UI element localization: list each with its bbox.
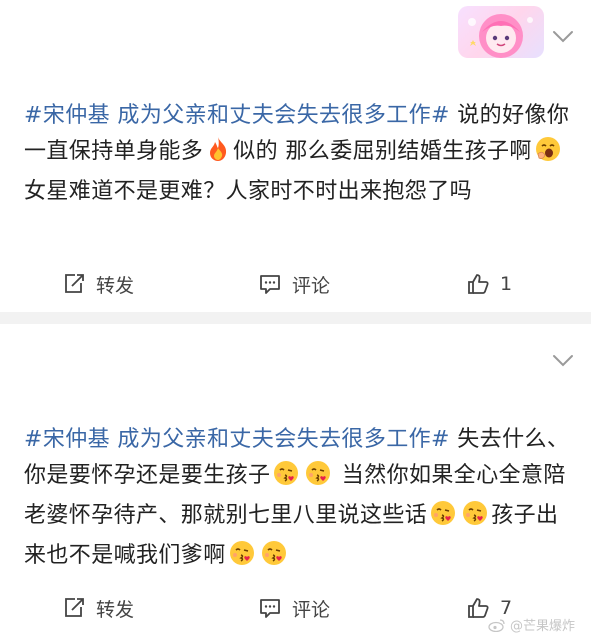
post-card: #宋仲基 成为父亲和丈夫会失去很多工作# 说的好像你一直保持单身能多 似的 那么委… bbox=[0, 0, 591, 312]
comment-icon bbox=[258, 596, 282, 620]
thumbs-up-icon bbox=[466, 272, 490, 296]
hashtag-link[interactable]: #宋仲基 成为父亲和丈夫会失去很多工作# bbox=[24, 103, 450, 128]
kiss-emoji-icon bbox=[229, 540, 255, 578]
repost-label: 转发 bbox=[96, 274, 135, 297]
kiss-emoji-icon bbox=[462, 500, 488, 538]
weibo-logo-icon bbox=[488, 618, 506, 632]
repost-button[interactable]: 转发 bbox=[62, 264, 134, 304]
like-button[interactable]: 1 bbox=[466, 264, 512, 304]
post-text-part: 女星难道不是更难？人家时不时出来抱怨了吗 bbox=[24, 179, 473, 204]
repost-icon bbox=[62, 596, 86, 620]
like-count: 1 bbox=[500, 273, 513, 295]
kiss-emoji-icon bbox=[430, 500, 456, 538]
kiss-emoji-icon bbox=[261, 540, 287, 578]
watermark-text: @芒果爆炸 bbox=[509, 619, 575, 634]
comment-label: 评论 bbox=[292, 274, 331, 297]
comment-button[interactable]: 评论 bbox=[258, 264, 330, 304]
repost-button[interactable]: 转发 bbox=[62, 588, 134, 628]
avatar-sticker bbox=[458, 6, 544, 58]
comment-button[interactable]: 评论 bbox=[258, 588, 330, 628]
fire-emoji-icon bbox=[206, 136, 230, 174]
post-text-part: 似的 那么委屈别结婚生孩子啊 bbox=[233, 139, 532, 164]
repost-label: 转发 bbox=[96, 598, 135, 621]
comment-icon bbox=[258, 272, 282, 296]
kiss-emoji-icon bbox=[273, 460, 299, 498]
hashtag-link[interactable]: #宋仲基 成为父亲和丈夫会失去很多工作# bbox=[24, 427, 450, 452]
repost-icon bbox=[62, 272, 86, 296]
yawning-face-emoji-icon bbox=[535, 136, 561, 174]
chevron-down-icon[interactable] bbox=[552, 30, 574, 44]
comment-label: 评论 bbox=[292, 598, 331, 621]
watermark: @芒果爆炸 bbox=[488, 615, 575, 634]
post-text: #宋仲基 成为父亲和丈夫会失去很多工作# 失去什么、你是要怀孕还是要生孩子 当然… bbox=[24, 422, 572, 578]
post-text: #宋仲基 成为父亲和丈夫会失去很多工作# 说的好像你一直保持单身能多 似的 那么委… bbox=[24, 98, 572, 210]
thumbs-up-icon bbox=[466, 596, 490, 620]
chevron-down-icon[interactable] bbox=[552, 354, 574, 368]
action-bar: 转发 评论 1 bbox=[0, 264, 591, 304]
kiss-emoji-icon bbox=[305, 460, 331, 498]
